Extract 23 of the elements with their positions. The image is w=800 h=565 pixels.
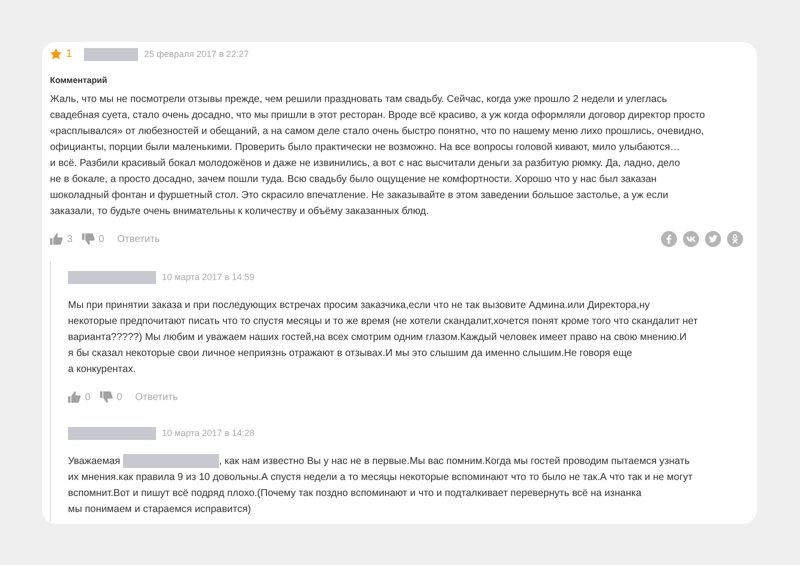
thumbs-down-icon[interactable] bbox=[100, 391, 113, 403]
reply-date: 10 марта 2017 в 14:28 bbox=[162, 428, 254, 438]
dislike-count: 0 bbox=[98, 234, 104, 244]
like-count: 0 bbox=[85, 392, 91, 402]
thumbs-up-icon[interactable] bbox=[50, 233, 63, 245]
thumbs-down-icon[interactable] bbox=[82, 233, 95, 245]
share-icon[interactable] bbox=[683, 231, 699, 247]
star-icon bbox=[50, 48, 62, 60]
rating-count: 1 bbox=[66, 48, 72, 60]
like-count: 3 bbox=[67, 234, 73, 244]
reply-link[interactable]: Ответить bbox=[117, 234, 160, 244]
comment-date: 25 февраля 2017 в 22:27 bbox=[144, 49, 249, 59]
comment-heading: Комментарий bbox=[50, 75, 108, 85]
comment-text: Мы при принятии заказа и при последующих встречах просим заказчика,если что не так вызовите Админа.или Директора,ну некоторые предпочитают писать что то спустя месяцы и то же время (не хотели скандалит,хочется понят кроме того что скандалит нет варианта?????) Мы любим и уважаем наших гостей,на всех смотрим одним глазом.Каждый человек имеет право на свою мнению.И я бы сказал некоторые свои личное неприязнь отражают в отзывах.И мы это слышим да именно слышим.Не говоря еще а конкурентах. bbox=[68, 299, 699, 377]
share-icon[interactable] bbox=[727, 231, 743, 247]
share-icon[interactable] bbox=[661, 231, 677, 247]
share-icon[interactable] bbox=[705, 231, 721, 247]
dislike-count: 0 bbox=[116, 392, 122, 402]
reply-link[interactable]: Ответить bbox=[135, 392, 178, 402]
thumbs-up-icon[interactable] bbox=[68, 391, 81, 403]
reply-date: 10 марта 2017 в 14:59 bbox=[162, 272, 254, 282]
comment-text: Жаль, что мы не посмотрели отзывы прежде, чем решили праздновать там свадьбу. Сейчас, когда уже прошло 2 недели и улеглась свадебная суета, стало очень досадно, что мы пришли в этот ресторан. Вроде всё красиво, а уж когда оформляли договор директор просто «расплывался» от любезностей и обещаний, а на самом деле стало очень быстро понятно, что по нашему меню лихо прошлись, очевидно, официанты, порции были маленькими. Проверить было практически не возможно. На все вопросы головой кивают, мило улыбаются… и всё. Разбили красивый бокал молодожёнов и даже не извинились, а вот с нас высчитали деньги за разбитую рюмку. Да, ладно, дело не в бокале, а просто досадно, зачем пошли туда. Всю свадьбу было ощущение не комфортности. Хорошо что у нас был заказан шоколадный фонтан и фуршетный стол. Это скрасило впечатление. Не заказывайте в этом заведении большое застолье, а уж если заказали, то будьте очень внимательны к количеству и объёму заказанных блюд. bbox=[50, 93, 706, 219]
comment-text: Уважаемая , как нам известно Вы у нас не в первые.Мы вас помним.Когда мы гостей проводим пытаемся узнать их мнения.как правила 9 из 10 довольны.А спустя недели а то месяцы некоторые вспоминают что то было не так.А что так и не могут вспомнит.Вот и пишут всё подряд плохо.(Почему так поздно вспоминают и что и подталкивает перевернуть всё на изнанка мы понимаем и стараемся исправится) bbox=[68, 454, 694, 517]
